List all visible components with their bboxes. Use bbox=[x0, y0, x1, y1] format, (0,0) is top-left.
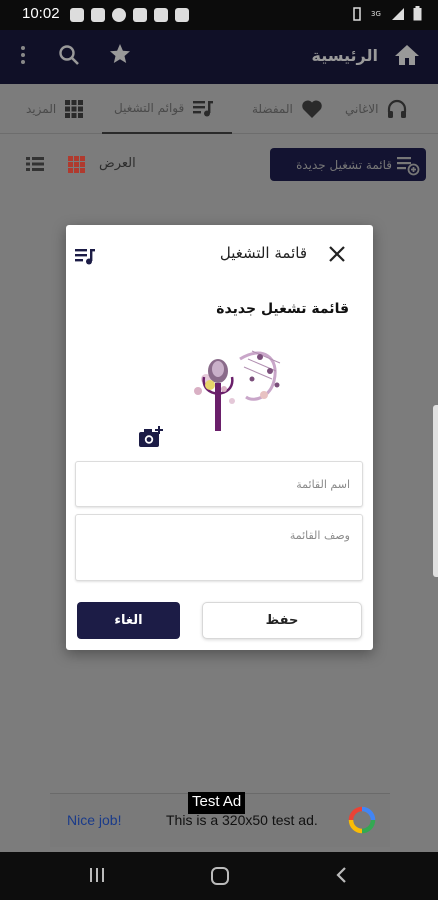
tab-label: الاغاني bbox=[345, 102, 379, 116]
add-photo-icon[interactable] bbox=[138, 426, 164, 452]
dialog-title: قائمة التشغيل bbox=[219, 244, 307, 262]
playlist-icon bbox=[74, 247, 96, 269]
page-title: الرئيسية bbox=[311, 46, 379, 65]
dialog-subtitle: قائمة تشغيل جديدة bbox=[216, 301, 349, 317]
cancel-button[interactable]: الغاء bbox=[77, 602, 180, 639]
ad-tag: Test Ad bbox=[188, 792, 246, 814]
status-time: 10:02 bbox=[22, 5, 60, 22]
heart-icon bbox=[302, 100, 322, 118]
ad-text: This is a 320x50 test ad. bbox=[166, 812, 318, 828]
overflow-menu-icon[interactable] bbox=[20, 44, 26, 70]
close-icon[interactable] bbox=[329, 246, 345, 262]
signal-icon bbox=[392, 7, 404, 20]
tab-label: المفضلة bbox=[252, 102, 293, 116]
home-button-icon[interactable] bbox=[210, 866, 230, 890]
list-view-icon[interactable] bbox=[26, 156, 44, 176]
grid-view-icon[interactable] bbox=[68, 156, 85, 177]
pinterest-icon bbox=[112, 8, 126, 22]
image-icon bbox=[133, 8, 147, 22]
search-icon[interactable] bbox=[58, 44, 80, 70]
playlist-name-field[interactable] bbox=[75, 461, 363, 507]
tab-label: قوائم التشغيل bbox=[114, 101, 185, 115]
youtube-icon bbox=[175, 8, 189, 22]
new-playlist-label: قائمة تشغيل جديدة bbox=[296, 157, 392, 172]
notification-icon bbox=[70, 8, 84, 22]
headphones-icon bbox=[388, 99, 407, 118]
playlist-dialog: قائمة التشغيل قائمة تشغيل جديدة اسم القا… bbox=[66, 225, 373, 650]
notification-icons bbox=[70, 8, 189, 22]
navigation-bar bbox=[0, 852, 438, 900]
playlist-description-input[interactable] bbox=[76, 515, 362, 580]
new-playlist-button[interactable]: قائمة تشغيل جديدة bbox=[270, 148, 426, 181]
chat-icon bbox=[91, 8, 105, 22]
app-bar: الرئيسية bbox=[0, 30, 438, 84]
svg-text:3G: 3G bbox=[371, 10, 381, 18]
tab-bar: المزيد قوائم التشغيل المفضلة الاغاني bbox=[0, 84, 438, 134]
tab-playlists[interactable]: قوائم التشغيل bbox=[102, 84, 232, 134]
ad-logo-icon bbox=[348, 806, 376, 838]
playlist-name-input[interactable] bbox=[76, 462, 362, 506]
playlist-icon bbox=[193, 101, 214, 117]
tab-songs[interactable]: الاغاني bbox=[345, 84, 408, 134]
scroll-handle[interactable] bbox=[433, 405, 438, 577]
grid-icon bbox=[65, 100, 84, 118]
tab-more[interactable]: المزيد bbox=[26, 84, 84, 134]
system-icons: 3G bbox=[351, 6, 422, 21]
back-icon[interactable] bbox=[334, 866, 348, 888]
playlist-artwork[interactable] bbox=[182, 339, 290, 435]
ad-headline: Nice job! bbox=[67, 812, 122, 828]
add-playlist-icon bbox=[396, 154, 420, 179]
view-label: العرض bbox=[99, 156, 136, 171]
home-icon[interactable] bbox=[394, 43, 420, 71]
network-icon: 3G bbox=[371, 10, 381, 18]
playlists-toolbar: العرض قائمة تشغيل جديدة bbox=[0, 140, 438, 188]
star-icon[interactable] bbox=[108, 42, 132, 70]
ad-banner[interactable]: Test Ad Nice job! This is a 320x50 test … bbox=[50, 792, 390, 847]
save-button[interactable]: حفظ bbox=[202, 602, 362, 639]
youtube-icon bbox=[154, 8, 168, 22]
playlist-description-field[interactable] bbox=[75, 514, 363, 581]
tab-favorites[interactable]: المفضلة bbox=[252, 84, 323, 134]
tab-label: المزيد bbox=[26, 102, 57, 116]
vibrate-icon bbox=[353, 6, 361, 21]
recent-apps-icon[interactable] bbox=[88, 866, 106, 888]
battery-icon bbox=[413, 6, 422, 21]
status-bar: 10:02 3G bbox=[0, 0, 438, 30]
